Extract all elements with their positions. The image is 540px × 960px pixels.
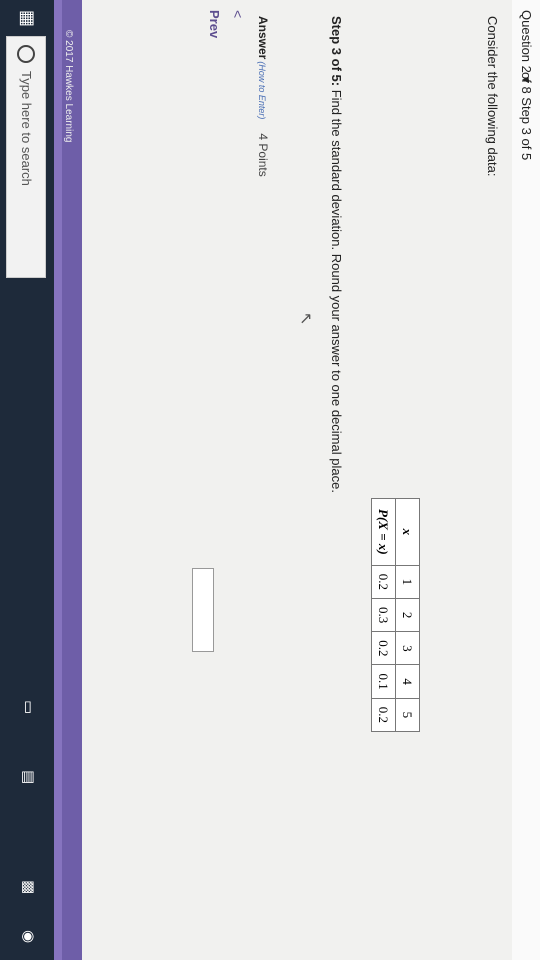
- cortana-icon: [17, 45, 35, 63]
- answer-label: Answer: [256, 16, 270, 60]
- taskbar-search[interactable]: Type here to search: [6, 36, 46, 278]
- file-explorer-icon[interactable]: ▤: [20, 770, 38, 786]
- table-cell: 4: [395, 664, 420, 699]
- rotated-screen: Question 2 ▾ of 8 Step 3 of 5 Consider t…: [0, 0, 540, 960]
- prev-button[interactable]: Prev: [207, 10, 222, 38]
- points-label: 4 Points: [256, 133, 270, 177]
- how-to-enter-link[interactable]: (How to Enter): [257, 61, 267, 119]
- footer-strip: [54, 0, 62, 960]
- table-cell: 5: [395, 698, 420, 732]
- windows-start-icon[interactable]: ▦: [17, 10, 38, 27]
- table-cell: 0.3: [371, 598, 396, 632]
- table-cell: 2: [395, 598, 420, 632]
- store-icon[interactable]: ▩: [20, 880, 38, 896]
- step-text: Find the standard deviation. Round your …: [329, 86, 344, 493]
- probability-table: x 1 2 3 4 5 P(X = x) 0.2 0.3 0.2 0.1 0.2: [371, 498, 420, 732]
- question-header: Question 2 ▾ of 8 Step 3 of 5: [511, 0, 540, 960]
- table-cell: 3: [395, 631, 420, 665]
- table-cell: 1: [395, 565, 420, 599]
- chevron-left-icon[interactable]: <: [230, 10, 246, 18]
- copyright-text: © 2017 Hawkes Learning: [63, 30, 74, 143]
- table-cell: 0.2: [371, 565, 396, 599]
- step-instruction: Step 3 of 5: Find the standard deviation…: [329, 16, 344, 493]
- problem-area: Consider the following data: x 1 2 3 4 5…: [82, 0, 512, 960]
- table-row: x 1 2 3 4 5: [395, 498, 420, 732]
- cursor-icon: ↖: [297, 312, 314, 326]
- table-row: P(X = x) 0.2 0.3 0.2 0.1 0.2: [371, 498, 396, 732]
- table-cell: 0.2: [371, 698, 396, 732]
- footer-bar: © 2017 Hawkes Learning: [54, 0, 82, 960]
- table-cell: 0.1: [371, 664, 396, 699]
- taskbar: ▦ Type here to search ▭ ▤ ▩ ◉: [0, 0, 54, 960]
- browser-icon[interactable]: ◉: [20, 930, 38, 946]
- answer-row: Answer(How to Enter) 4 Points: [256, 16, 270, 177]
- problem-intro: Consider the following data:: [485, 16, 500, 177]
- step-label: Step 3 of 5:: [329, 16, 344, 87]
- progress-label: of 8 Step 3 of 5: [519, 72, 534, 161]
- table-cell: 0.2: [371, 631, 396, 665]
- table-row-label: x: [395, 498, 420, 566]
- task-view-icon[interactable]: ▭: [20, 700, 38, 716]
- answer-input[interactable]: [192, 568, 214, 652]
- table-row-label: P(X = x): [371, 498, 396, 566]
- search-placeholder: Type here to search: [19, 71, 34, 186]
